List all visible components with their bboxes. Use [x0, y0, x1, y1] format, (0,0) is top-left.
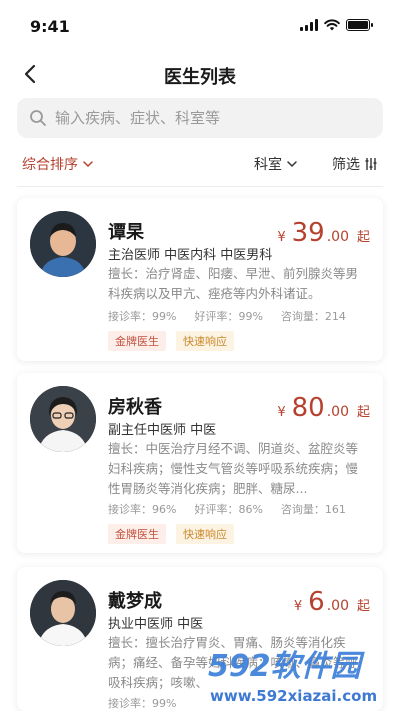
- price-currency: ¥: [277, 405, 286, 420]
- chevron-down-icon: [287, 161, 297, 168]
- price-integer: 39: [291, 218, 325, 248]
- divider: [17, 186, 383, 187]
- search-bar[interactable]: [17, 98, 383, 138]
- doctor-title: 执业中医师 中医: [108, 617, 204, 632]
- sliders-icon: [365, 158, 377, 170]
- status-icons: [300, 19, 373, 31]
- tag-list: 金牌医生 快速响应: [108, 331, 234, 351]
- rating: 好评率：99%: [194, 310, 263, 323]
- rating: 好评率：86%: [194, 503, 263, 516]
- tag-list: 金牌医生 快速响应: [108, 524, 234, 544]
- battery-icon: [346, 19, 373, 31]
- status-time: 9:41: [30, 17, 70, 36]
- doctor-name: 谭杲: [108, 222, 144, 243]
- fast-response-badge: 快速响应: [176, 331, 234, 351]
- price-decimal: .00: [326, 404, 349, 420]
- page-title: 医生列表: [164, 67, 236, 88]
- doctor-avatar: [30, 580, 96, 646]
- doctor-name: 房秋香: [108, 397, 162, 418]
- price-currency: ¥: [277, 230, 286, 245]
- watermark-url: www.592xiazai.com: [210, 687, 377, 705]
- gold-doctor-badge: 金牌医生: [108, 331, 166, 351]
- nav-bar: 医生列表: [0, 55, 400, 93]
- watermark-brand: 592软件园: [208, 649, 366, 684]
- filter-button[interactable]: 筛选: [332, 154, 378, 174]
- price-decimal: .00: [326, 598, 349, 614]
- price-suffix: 起: [356, 599, 370, 614]
- search-icon: [30, 110, 46, 126]
- sort-label: 综合排序: [22, 157, 78, 173]
- department-dropdown[interactable]: 科室: [254, 154, 298, 174]
- watermark-logo: 592软件园 www.592xiazai.com: [208, 649, 377, 705]
- status-bar: 9:41: [0, 0, 400, 50]
- department-label: 科室: [254, 157, 282, 173]
- price-suffix: 起: [356, 405, 370, 420]
- acceptance-rate: 接诊率：96%: [108, 503, 177, 516]
- price-currency: ¥: [293, 599, 303, 614]
- wifi-icon: [324, 19, 340, 31]
- doctor-stats: 接诊率：96% 好评率：86% 咨询量：161: [108, 501, 364, 517]
- fast-response-badge: 快速响应: [176, 524, 234, 544]
- sort-dropdown[interactable]: 综合排序: [22, 154, 94, 174]
- filter-bar: 综合排序 科室 筛选: [0, 150, 400, 176]
- search-input[interactable]: [55, 109, 355, 127]
- doctor-card[interactable]: 谭杲 主治医师 中医内科 中医男科 ¥ 39 .00 起 擅长：治疗肾虚、阳痿、…: [17, 198, 383, 361]
- doctor-stats: 接诊率：99% 好评率：99% 咨询量：214: [108, 308, 364, 324]
- acceptance-rate: 接诊率：99%: [108, 310, 177, 323]
- doctor-title: 副主任中医师 中医: [108, 423, 217, 438]
- doctor-card[interactable]: 房秋香 副主任中医师 中医 ¥ 80 .00 起 擅长：中医治疗月经不调、阴道炎…: [17, 373, 383, 553]
- gold-doctor-badge: 金牌医生: [108, 524, 166, 544]
- doctor-avatar: [30, 386, 96, 452]
- filter-label: 筛选: [332, 157, 360, 173]
- price: ¥ 39 .00 起: [277, 218, 370, 248]
- doctor-specialty: 擅长：治疗肾虚、阳痿、早泄、前列腺炎等男科疾病以及甲亢、痤疮等内外科诸证。: [108, 266, 359, 301]
- price-integer: 6: [308, 587, 325, 617]
- acceptance-rate: 接诊率：99%: [108, 697, 177, 710]
- cellular-signal-icon: [300, 19, 318, 31]
- price-integer: 80: [291, 393, 325, 423]
- consult-count: 咨询量：214: [280, 310, 346, 323]
- chevron-down-icon: [83, 161, 93, 168]
- price-suffix: 起: [356, 230, 370, 245]
- doctor-name: 戴梦成: [108, 591, 162, 612]
- price: ¥ 6 .00 起: [294, 587, 370, 617]
- doctor-avatar: [30, 211, 96, 277]
- doctor-specialty: 擅长：中医治疗月经不调、阴道炎、盆腔炎等妇科疾病；慢性支气管炎等呼吸系统疾病；慢…: [108, 441, 359, 496]
- doctor-title: 主治医师 中医内科 中医男科: [108, 248, 273, 263]
- doctor-stats: 接诊率：99%: [108, 695, 194, 711]
- consult-count: 咨询量：161: [280, 503, 346, 516]
- price: ¥ 80 .00 起: [277, 393, 370, 423]
- price-decimal: .00: [326, 229, 349, 245]
